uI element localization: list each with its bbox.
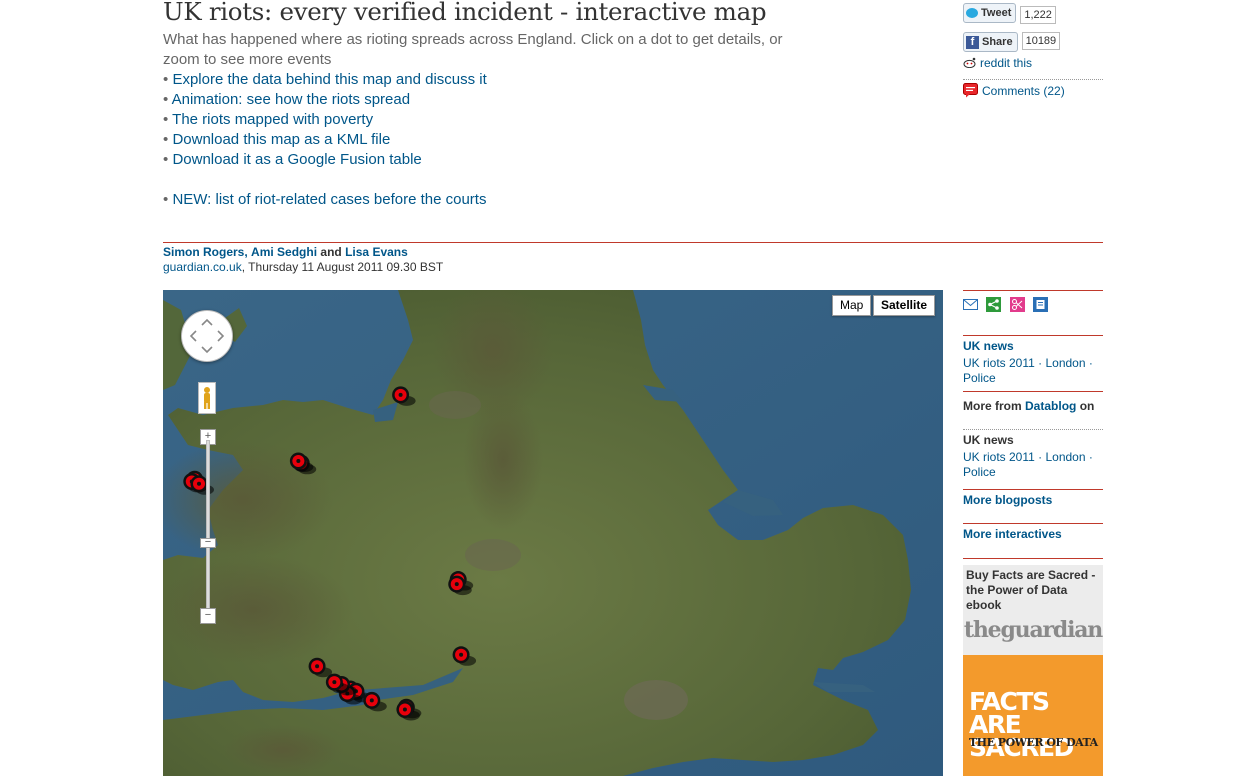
- riot-incidents-map[interactable]: + − − Map Satellite: [163, 290, 943, 776]
- share-icon[interactable]: [986, 297, 1002, 312]
- author-and: and: [320, 245, 342, 259]
- publish-date: , Thursday 11 August 2011 09.30 BST: [241, 260, 444, 274]
- sidebar-divider: [963, 290, 1103, 291]
- related-link-item: • The riots mapped with poverty: [163, 111, 374, 128]
- incident-marker[interactable]: [392, 386, 416, 406]
- related-link-item: • Download it as a Google Fusion table: [163, 151, 422, 168]
- zoom-slider-track[interactable]: [206, 440, 210, 622]
- sidebar-divider: [963, 523, 1103, 524]
- guardian-logo: theguardian: [963, 617, 1103, 643]
- link-animation[interactable]: Animation: see how the riots spread: [172, 91, 410, 108]
- datablog-link[interactable]: Datablog: [1025, 399, 1076, 413]
- link-kml-download[interactable]: Download this map as a KML file: [172, 131, 390, 148]
- incident-marker[interactable]: [289, 452, 314, 473]
- reddit-link[interactable]: reddit this: [980, 56, 1032, 70]
- facebook-share-button[interactable]: f Share: [963, 32, 1018, 52]
- section-tags-2[interactable]: UK riots 2011 · London · Police: [963, 450, 1103, 480]
- section-uk-news-2: UK news: [963, 433, 1014, 447]
- link-explore-data[interactable]: Explore the data behind this map and dis…: [172, 71, 486, 88]
- related-link-item: • Explore the data behind this map and d…: [163, 71, 487, 88]
- pan-right-arrow[interactable]: [217, 330, 225, 342]
- facebook-count: 10189: [1021, 32, 1061, 51]
- ad-book-subtitle: THE POWER OF DATA: [969, 736, 1098, 749]
- article-headline: UK riots: every verified incident - inte…: [163, 0, 767, 26]
- related-links: • Explore the data behind this map and d…: [163, 70, 823, 210]
- comments-icon: [963, 83, 978, 98]
- author-lisa-evans[interactable]: Lisa Evans: [345, 245, 408, 259]
- tweet-button[interactable]: Tweet: [963, 3, 1017, 23]
- sidebar-divider: [963, 391, 1103, 392]
- clip-icon[interactable]: [1009, 297, 1025, 312]
- link-fusion-table[interactable]: Download it as a Google Fusion table: [172, 151, 421, 168]
- twitter-icon: [966, 8, 978, 18]
- tweet-row: Tweet 1,222: [963, 3, 1056, 24]
- sidebar-divider: [963, 335, 1103, 336]
- ad-text: Buy Facts are Sacred - the Power of Data…: [966, 568, 1096, 612]
- zoom-out-button[interactable]: −: [200, 608, 216, 624]
- link-poverty-map[interactable]: The riots mapped with poverty: [172, 111, 373, 128]
- pan-left-arrow[interactable]: [189, 330, 197, 342]
- comments-link[interactable]: Comments (22): [982, 84, 1065, 98]
- facebook-icon: f: [966, 35, 979, 49]
- incident-markers-layer[interactable]: [163, 290, 943, 776]
- save-icon[interactable]: [1033, 297, 1049, 312]
- site-link[interactable]: guardian.co.uk: [163, 260, 242, 274]
- authors: Simon Rogers, Ami Sedghi and Lisa Evans: [163, 245, 443, 260]
- street-view-pegman[interactable]: [198, 382, 216, 414]
- map-type-map-button[interactable]: Map: [832, 295, 872, 316]
- section-tags[interactable]: UK riots 2011 · London · Police: [963, 356, 1103, 386]
- sidebar-divider: [963, 429, 1103, 430]
- sidebar-tools: [963, 297, 1049, 316]
- tweet-count: 1,222: [1020, 5, 1056, 24]
- pan-up-arrow[interactable]: [201, 318, 213, 326]
- sidebar-divider: [963, 489, 1103, 490]
- byline: Simon Rogers, Ami Sedghi and Lisa Evans …: [163, 245, 443, 275]
- share-divider: [963, 79, 1103, 80]
- pan-down-arrow[interactable]: [201, 346, 213, 354]
- more-interactives-link[interactable]: More interactives: [963, 527, 1062, 542]
- related-link-item: • Animation: see how the riots spread: [163, 91, 411, 108]
- incident-marker[interactable]: [308, 657, 333, 678]
- dateline: guardian.co.uk, Thursday 11 August 2011 …: [163, 260, 443, 275]
- facts-are-sacred-ad[interactable]: Buy Facts are Sacred - the Power of Data…: [963, 565, 1103, 776]
- zoom-slider-handle[interactable]: −: [200, 537, 216, 548]
- incident-marker[interactable]: [363, 691, 387, 712]
- reddit-icon: [963, 57, 976, 69]
- email-icon[interactable]: [963, 297, 978, 312]
- author-ami-sedghi[interactable]: Ami Sedghi: [251, 245, 317, 259]
- link-court-cases[interactable]: NEW: list of riot-related cases before t…: [172, 191, 486, 208]
- map-type-satellite-button[interactable]: Satellite: [873, 295, 936, 316]
- author-simon-rogers[interactable]: Simon Rogers: [163, 245, 244, 259]
- more-blogposts-link[interactable]: More blogposts: [963, 493, 1052, 508]
- facebook-row: f Share 10189: [963, 32, 1061, 52]
- related-link-item: • Download this map as a KML file: [163, 131, 391, 148]
- byline-divider: [163, 242, 1103, 243]
- pan-control[interactable]: [181, 310, 233, 362]
- author-separator: ,: [244, 245, 248, 259]
- incident-marker[interactable]: [452, 646, 477, 666]
- section-uk-news[interactable]: UK news: [963, 339, 1014, 354]
- comments-row: Comments (22): [963, 83, 1065, 98]
- more-from-datablog: More from Datablog on: [963, 399, 1095, 413]
- reddit-row: reddit this: [963, 56, 1032, 70]
- standfirst: What has happened where as rioting sprea…: [163, 30, 823, 210]
- pegman-icon: [204, 387, 210, 393]
- sidebar-divider: [963, 558, 1103, 559]
- standfirst-text: What has happened where as rioting sprea…: [163, 31, 783, 68]
- related-link-item: • NEW: list of riot-related cases before…: [163, 191, 487, 208]
